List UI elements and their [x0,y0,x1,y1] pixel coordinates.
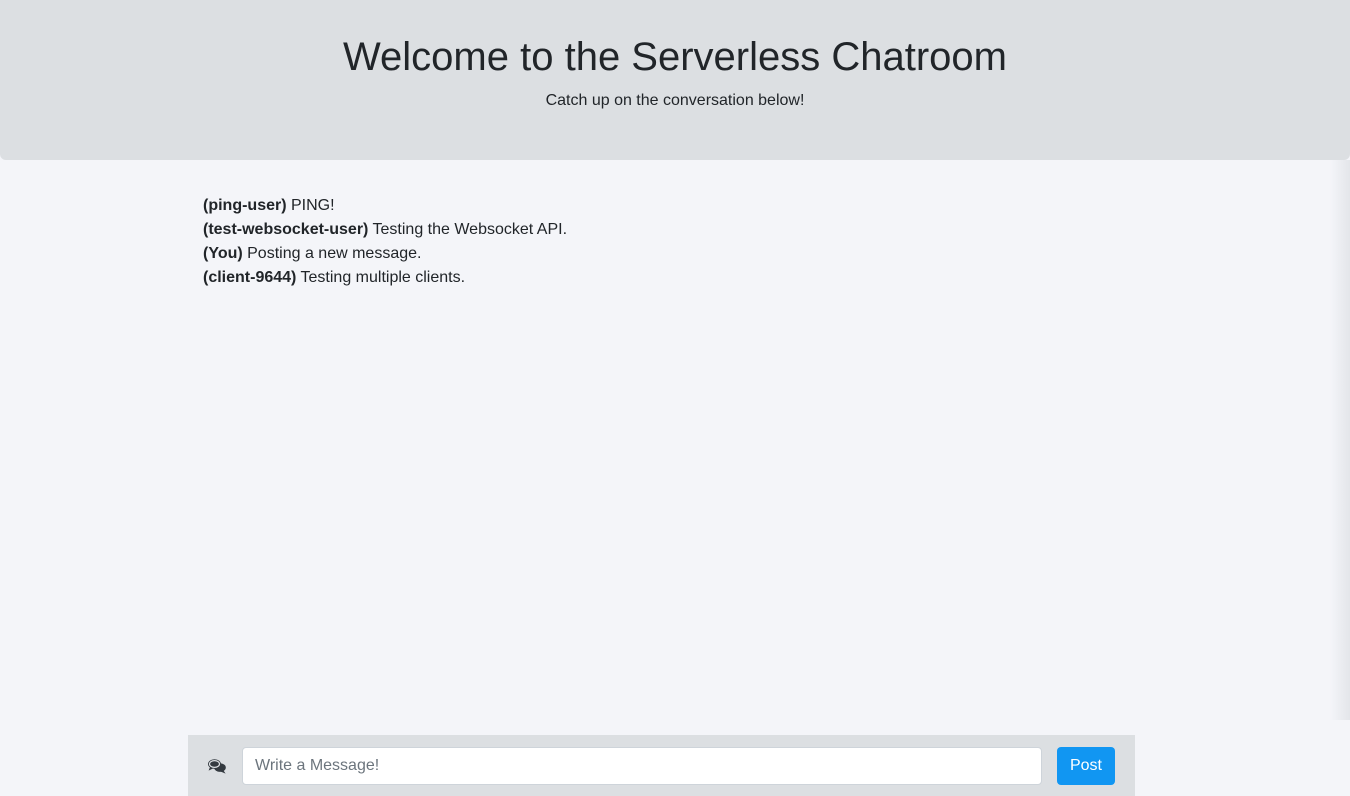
comments-icon [207,757,227,775]
header-jumbotron: Welcome to the Serverless Chatroom Catch… [0,0,1350,160]
post-button[interactable]: Post [1057,747,1115,785]
message-list: (ping-user) PING! (test-websocket-user) … [203,194,1133,290]
message-text: PING! [286,197,335,214]
message-text: Testing multiple clients. [296,269,466,286]
message-item: (You) Posting a new message. [203,242,1133,266]
message-item: (test-websocket-user) Testing the Websoc… [203,218,1133,242]
chatroom-page: Welcome to the Serverless Chatroom Catch… [0,0,1350,796]
message-author: (client-9644) [203,269,297,286]
message-text: Testing the Websocket API. [368,221,568,238]
message-author: (test-websocket-user) [203,221,369,238]
message-author: (ping-user) [203,197,287,214]
page-subtitle: Catch up on the conversation below! [545,92,805,109]
message-input[interactable] [242,747,1042,785]
scroll-shadow [1330,160,1350,720]
message-item: (client-9644) Testing multiple clients. [203,266,1133,290]
message-author: (You) [203,245,243,262]
page-title: Welcome to the Serverless Chatroom [343,35,1007,79]
message-item: (ping-user) PING! [203,194,1133,218]
compose-bar: Post [188,735,1135,796]
message-text: Posting a new message. [242,245,422,262]
